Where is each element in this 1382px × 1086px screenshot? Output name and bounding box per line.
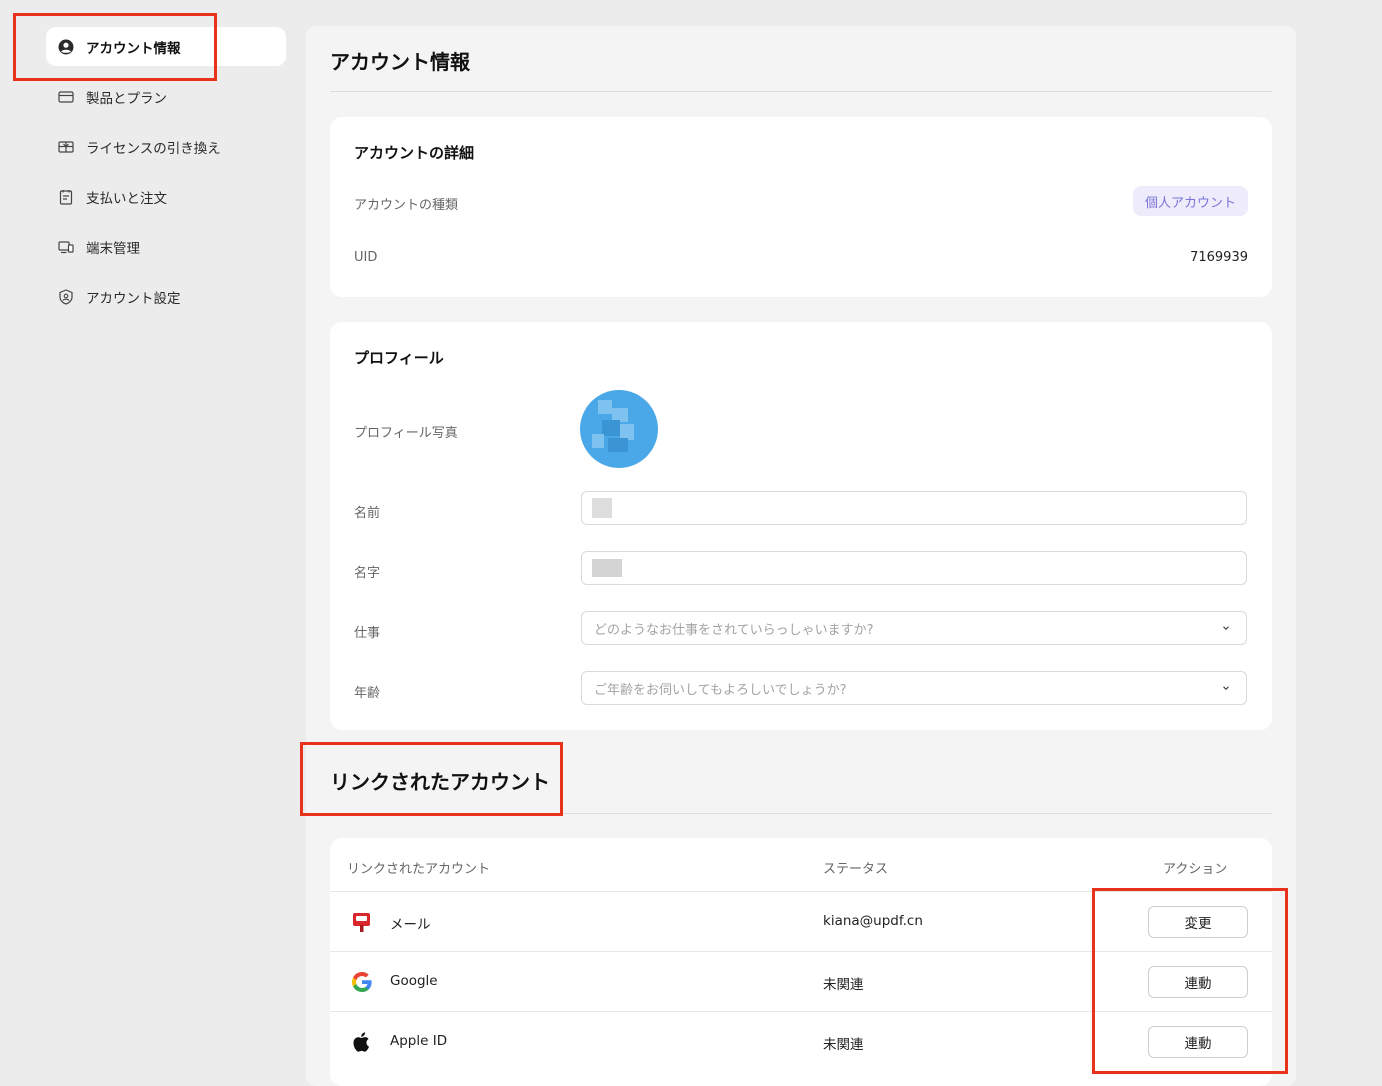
- user-circle-icon: [58, 39, 74, 55]
- first-name-label: 名前: [354, 506, 381, 521]
- uid-label: UID: [354, 250, 378, 265]
- receipt-icon: [58, 189, 74, 205]
- redacted-value: [592, 559, 622, 577]
- account-type-badge: 個人アカウント: [1132, 186, 1248, 216]
- column-header: アクション: [1163, 862, 1228, 877]
- account-status: kiana@updf.cn: [823, 913, 923, 929]
- linked-accounts-title: リンクされたアカウント: [330, 770, 550, 794]
- devices-icon: [58, 239, 74, 255]
- table-row: メール kiana@updf.cn 変更: [330, 891, 1272, 952]
- sidebar-item-account-settings[interactable]: アカウント設定: [46, 277, 286, 316]
- account-name: メール: [390, 917, 431, 933]
- shield-user-icon: [58, 288, 74, 305]
- page-title: アカウント情報: [330, 50, 470, 74]
- first-name-field[interactable]: [581, 491, 1247, 525]
- link-apple-button[interactable]: 連動: [1148, 1026, 1248, 1058]
- account-type-label: アカウントの種類: [354, 198, 459, 213]
- gift-icon: [58, 139, 74, 155]
- sidebar-item-payments[interactable]: 支払いと注文: [46, 177, 286, 216]
- sidebar-item-label: アカウント情報: [86, 40, 181, 57]
- account-status: 未関連: [823, 1037, 864, 1053]
- apple-icon: [350, 1030, 374, 1054]
- sidebar-item-products[interactable]: 製品とプラン: [46, 77, 286, 116]
- last-name-label: 名字: [354, 566, 381, 581]
- google-icon: [350, 970, 374, 994]
- change-button[interactable]: 変更: [1148, 906, 1248, 938]
- main-panel: アカウント情報 アカウントの詳細 アカウントの種類 個人アカウント UID 71…: [306, 26, 1296, 1086]
- account-status: 未関連: [823, 977, 864, 993]
- divider: [330, 91, 1272, 92]
- last-name-field[interactable]: [581, 551, 1247, 585]
- chevron-down-icon: [1220, 622, 1232, 634]
- age-label: 年齢: [354, 686, 381, 701]
- mail-icon: [350, 910, 374, 934]
- table-row: Google 未関連 連動: [330, 951, 1272, 1012]
- sidebar-item-devices[interactable]: 端末管理: [46, 227, 286, 266]
- link-google-button[interactable]: 連動: [1148, 966, 1248, 998]
- age-select[interactable]: ご年齢をお伺いしてもよろしいでしょうか?: [581, 671, 1247, 705]
- uid-value: 7169939: [1190, 250, 1248, 265]
- sidebar-item-label: ライセンスの引き換え: [86, 140, 221, 157]
- sidebar-item-license[interactable]: ライセンスの引き換え: [46, 127, 286, 166]
- job-label: 仕事: [354, 626, 381, 641]
- age-placeholder: ご年齢をお伺いしてもよろしいでしょうか?: [594, 682, 847, 698]
- avatar[interactable]: [580, 390, 658, 468]
- linked-accounts-table: リンクされたアカウント ステータス アクション メール kiana@updf.c…: [330, 838, 1272, 1086]
- profile-photo-label: プロフィール写真: [354, 426, 458, 441]
- job-placeholder: どのようなお仕事をされていらっしゃいますか?: [594, 622, 874, 638]
- account-name: Google: [390, 973, 438, 989]
- divider: [330, 813, 1272, 814]
- job-select[interactable]: どのようなお仕事をされていらっしゃいますか?: [581, 611, 1247, 645]
- table-row: Apple ID 未関連 連動: [330, 1011, 1272, 1072]
- sidebar-item-label: 端末管理: [86, 240, 140, 257]
- sidebar: アカウント情報 製品とプラン ライセンスの引き換え 支払いと注文 端末管理 アカ…: [46, 27, 286, 327]
- profile-card: プロフィール プロフィール写真 名前 名字 仕事 どのようなお仕事をされていらっ…: [330, 322, 1272, 730]
- card-title: プロフィール: [354, 349, 444, 367]
- account-details-card: アカウントの詳細 アカウントの種類 個人アカウント UID 7169939: [330, 117, 1272, 297]
- sidebar-item-label: 支払いと注文: [86, 190, 167, 207]
- account-name: Apple ID: [390, 1033, 448, 1049]
- sidebar-item-label: 製品とプラン: [86, 90, 167, 107]
- redacted-value: [592, 498, 612, 518]
- card-icon: [58, 89, 74, 105]
- sidebar-item-account-info[interactable]: アカウント情報: [46, 27, 286, 66]
- column-header: ステータス: [823, 862, 889, 877]
- chevron-down-icon: [1220, 682, 1232, 694]
- column-header: リンクされたアカウント: [347, 862, 491, 877]
- card-title: アカウントの詳細: [354, 144, 475, 162]
- sidebar-item-label: アカウント設定: [86, 290, 181, 307]
